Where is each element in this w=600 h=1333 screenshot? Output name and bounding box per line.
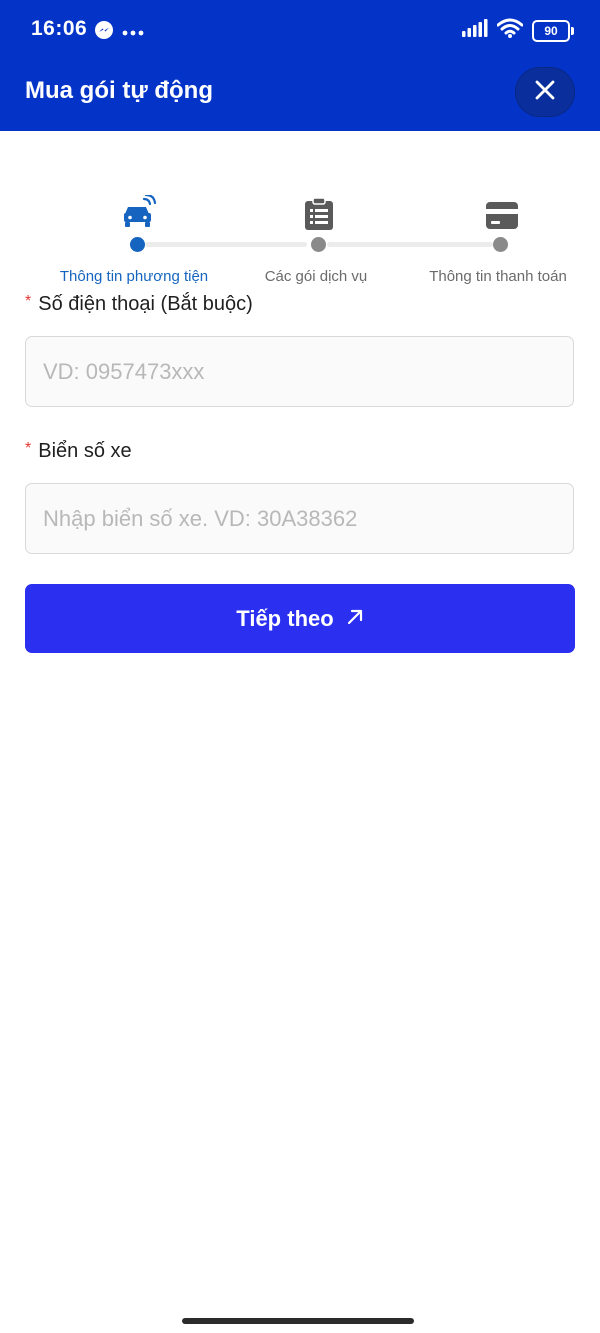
step-dot-active: [130, 237, 145, 252]
status-time: 16:06: [31, 17, 88, 40]
more-dots-icon: [122, 24, 144, 42]
signal-icon: [462, 19, 488, 42]
arrow-up-right-icon: [346, 606, 364, 632]
page-title: Mua gói tự động: [25, 77, 214, 104]
close-button[interactable]: [515, 67, 575, 117]
step-label-payment-info[interactable]: Thông tin thanh toán: [429, 268, 567, 285]
step-label-service-packages[interactable]: Các gói dịch vụ: [265, 268, 368, 285]
next-button-label: Tiếp theo: [236, 605, 334, 631]
next-button[interactable]: Tiếp theo: [25, 584, 575, 653]
battery-icon: 90: [532, 19, 574, 42]
required-mark: *: [25, 440, 32, 457]
progress-stepper: Thông tin phương tiện Các gói dịch vụ Th…: [0, 190, 600, 290]
messenger-icon: [94, 20, 114, 45]
close-icon: [535, 80, 555, 105]
clipboard-list-icon: [305, 197, 333, 235]
car-wireless-icon: [122, 193, 160, 236]
step-connector: [327, 242, 493, 247]
plate-label: * Biển số xe: [25, 440, 132, 463]
phone-label: * Số điện thoại (Bắt buộc): [25, 293, 253, 316]
app-header: 16:06 90 Mua gói tự động: [0, 0, 600, 131]
phone-label-text: Số điện thoại (Bắt buộc): [38, 293, 253, 315]
step-label-vehicle-info[interactable]: Thông tin phương tiện: [60, 268, 208, 285]
step-dot-inactive: [311, 237, 326, 252]
plate-label-text: Biển số xe: [38, 440, 132, 462]
home-indicator[interactable]: [182, 1318, 414, 1324]
step-connector: [145, 242, 307, 247]
required-mark: *: [25, 293, 32, 310]
license-plate-input[interactable]: [25, 483, 574, 554]
wifi-icon: [496, 18, 524, 43]
credit-card-icon: [486, 202, 518, 235]
step-dot-inactive: [493, 237, 508, 252]
phone-input[interactable]: [25, 336, 574, 407]
